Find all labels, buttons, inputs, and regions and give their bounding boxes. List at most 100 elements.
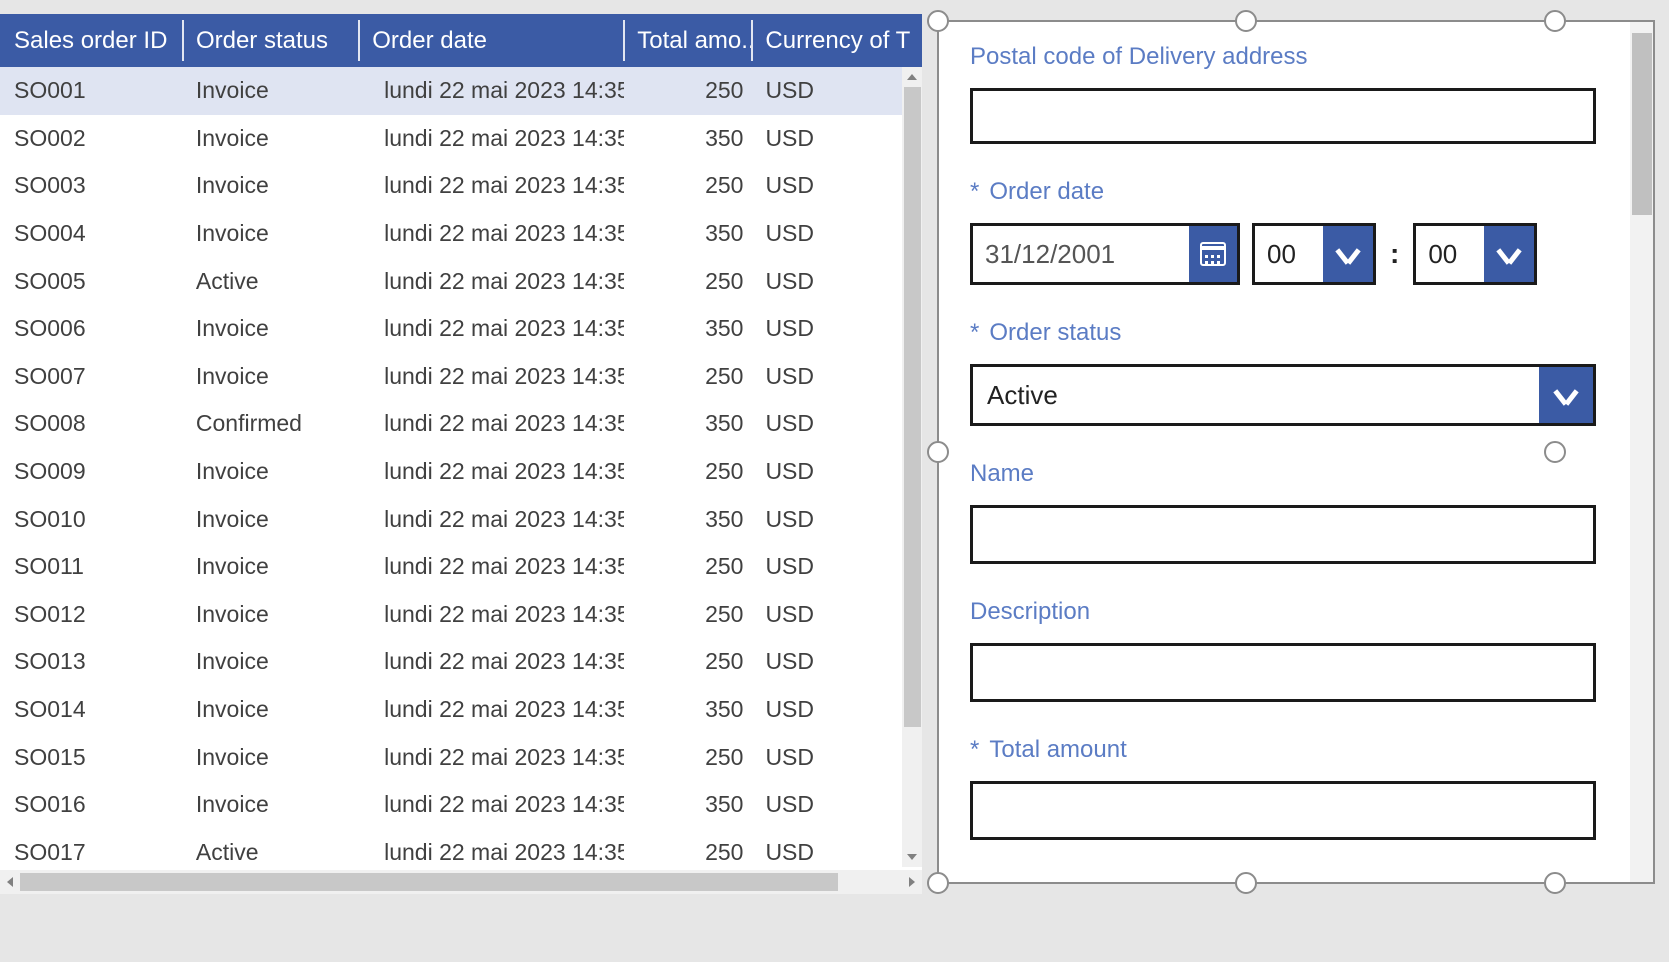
cell-sales-order-id: SO014 <box>14 696 86 723</box>
table-row[interactable]: SO016 Invoice lundi 22 mai 2023 14:35:33 35… <box>0 781 922 829</box>
order-date-value[interactable]: 31/12/2001 <box>973 226 1189 282</box>
resize-handle-top-left[interactable] <box>927 10 949 32</box>
form-panel-scroll-thumb[interactable] <box>1632 33 1652 215</box>
column-header-order-date[interactable]: Order date <box>358 14 623 67</box>
minute-dropdown-button[interactable] <box>1484 226 1535 282</box>
cell-sales-order-id: SO008 <box>14 410 86 437</box>
column-header-total-amount[interactable]: Total amo... <box>623 14 751 67</box>
cell-order-date: lundi 22 mai 2023 14:35:33 <box>384 267 624 294</box>
sales-orders-grid: Sales order ID Order status Order date T… <box>0 14 922 894</box>
column-header-order-status[interactable]: Order status <box>181 14 358 67</box>
field-description: Description <box>970 598 1596 702</box>
grid-horizontal-scrollbar[interactable] <box>0 870 922 894</box>
table-row[interactable]: SO011 Invoice lundi 22 mai 2023 14:35:33 25… <box>0 543 922 591</box>
label-name: Name <box>970 460 1596 488</box>
app-root: Sales order ID Order status Order date T… <box>0 0 1669 962</box>
cell-currency: USD <box>765 791 814 818</box>
label-order-status: * Order status <box>970 319 1596 347</box>
order-status-value[interactable]: Active <box>973 367 1539 423</box>
cell-order-status: Invoice <box>195 220 269 247</box>
input-total-amount[interactable] <box>970 781 1596 840</box>
date-picker-button[interactable] <box>1189 226 1237 282</box>
resize-handle-bottom-center[interactable] <box>1235 872 1257 894</box>
label-order-date: * Order date <box>970 178 1596 206</box>
table-row[interactable]: SO001 Invoice lundi 22 mai 2023 14:35:33 25… <box>0 67 922 115</box>
input-order-hour[interactable]: 00 <box>1252 223 1376 285</box>
label-name-text: Name <box>970 460 1035 487</box>
scroll-up-arrow-icon[interactable] <box>902 67 922 87</box>
resize-handle-top-right[interactable] <box>1544 10 1566 32</box>
cell-currency: USD <box>765 77 814 104</box>
grid-horizontal-scroll-thumb[interactable] <box>20 873 838 891</box>
cell-order-status: Invoice <box>195 172 269 199</box>
select-order-status[interactable]: Active <box>970 364 1596 426</box>
cell-currency: USD <box>765 458 814 485</box>
cell-total-amount: 350 <box>705 124 744 151</box>
form-panel-scrollbar[interactable] <box>1630 21 1654 883</box>
cell-sales-order-id: SO004 <box>14 220 86 247</box>
resize-handle-middle-right[interactable] <box>1544 441 1566 463</box>
table-row[interactable]: SO013 Invoice lundi 22 mai 2023 14:35:33 25… <box>0 638 922 686</box>
resize-handle-bottom-right[interactable] <box>1544 872 1566 894</box>
table-row[interactable]: SO007 Invoice lundi 22 mai 2023 14:35:33 25… <box>0 353 922 401</box>
cell-currency: USD <box>765 172 814 199</box>
input-order-minute[interactable]: 00 <box>1413 223 1538 285</box>
cell-sales-order-id: SO012 <box>14 600 86 627</box>
table-row[interactable]: SO014 Invoice lundi 22 mai 2023 14:35:33 35… <box>0 686 922 734</box>
table-row[interactable]: SO010 Invoice lundi 22 mai 2023 14:35:33 35… <box>0 495 922 543</box>
resize-handle-middle-left[interactable] <box>927 441 949 463</box>
cell-currency: USD <box>765 267 814 294</box>
cell-total-amount: 250 <box>705 648 744 675</box>
cell-order-status: Invoice <box>195 458 269 485</box>
cell-currency: USD <box>765 410 814 437</box>
cell-total-amount: 250 <box>705 458 744 485</box>
input-postal-code[interactable] <box>970 88 1596 144</box>
table-row[interactable]: SO003 Invoice lundi 22 mai 2023 14:35:33 25… <box>0 162 922 210</box>
cell-order-status: Active <box>195 838 259 865</box>
required-marker-total-amount: * <box>970 736 980 763</box>
table-row[interactable]: SO002 Invoice lundi 22 mai 2023 14:35:33 35… <box>0 115 922 163</box>
table-row[interactable]: SO009 Invoice lundi 22 mai 2023 14:35:33 25… <box>0 448 922 496</box>
table-row[interactable]: SO012 Invoice lundi 22 mai 2023 14:35:33 25… <box>0 591 922 639</box>
cell-currency: USD <box>765 838 814 865</box>
column-header-currency[interactable]: Currency of T <box>751 14 922 67</box>
cell-order-date: lundi 22 mai 2023 14:35:33 <box>384 791 624 818</box>
form-fields-container: Postal code of Delivery address * Order … <box>938 21 1632 883</box>
table-row[interactable]: SO004 Invoice lundi 22 mai 2023 14:35:33 35… <box>0 210 922 258</box>
grid-header-row: Sales order ID Order status Order date T… <box>0 14 922 67</box>
scroll-right-arrow-icon[interactable] <box>902 870 922 894</box>
cell-order-status: Invoice <box>195 648 269 675</box>
cell-order-date: lundi 22 mai 2023 14:35:33 <box>384 362 624 389</box>
column-header-sales-order-id[interactable]: Sales order ID <box>0 14 182 67</box>
grid-vertical-scrollbar[interactable] <box>902 67 922 867</box>
input-description[interactable] <box>970 643 1596 702</box>
grid-body: SO001 Invoice lundi 22 mai 2023 14:35:33 25… <box>0 67 922 867</box>
cell-order-date: lundi 22 mai 2023 14:35:33 <box>384 458 624 485</box>
scroll-down-arrow-icon[interactable] <box>902 847 922 867</box>
resize-handle-top-center[interactable] <box>1235 10 1257 32</box>
resize-handle-bottom-left[interactable] <box>927 872 949 894</box>
hour-dropdown-button[interactable] <box>1323 226 1373 282</box>
table-row[interactable]: SO008 Confirmed lundi 22 mai 2023 14:35:33… <box>0 400 922 448</box>
scroll-left-arrow-icon[interactable] <box>0 870 20 894</box>
table-row[interactable]: SO005 Active lundi 22 mai 2023 14:35:33 250… <box>0 257 922 305</box>
order-status-dropdown-button[interactable] <box>1539 367 1593 423</box>
cell-total-amount: 350 <box>705 505 744 532</box>
table-row[interactable]: SO015 Invoice lundi 22 mai 2023 14:35:33 25… <box>0 733 922 781</box>
field-postal-code: Postal code of Delivery address <box>970 43 1596 144</box>
label-total-amount-text: Total amount <box>989 736 1127 763</box>
order-hour-value[interactable]: 00 <box>1255 226 1323 282</box>
table-row[interactable]: SO006 Invoice lundi 22 mai 2023 14:35:33 35… <box>0 305 922 353</box>
label-order-date-text: Order date <box>989 178 1105 205</box>
grid-vertical-scroll-thumb[interactable] <box>904 87 921 727</box>
input-name[interactable] <box>970 505 1596 564</box>
order-minute-value[interactable]: 00 <box>1416 226 1484 282</box>
input-order-date[interactable]: 31/12/2001 <box>970 223 1240 285</box>
cell-total-amount: 350 <box>705 791 744 818</box>
field-name: Name <box>970 460 1596 564</box>
cell-sales-order-id: SO009 <box>14 458 86 485</box>
table-row[interactable]: SO017 Active lundi 22 mai 2023 14:35:33 250… <box>0 829 922 868</box>
cell-total-amount: 250 <box>705 600 744 627</box>
label-postal-code: Postal code of Delivery address <box>970 43 1596 71</box>
label-order-status-text: Order status <box>989 319 1122 346</box>
